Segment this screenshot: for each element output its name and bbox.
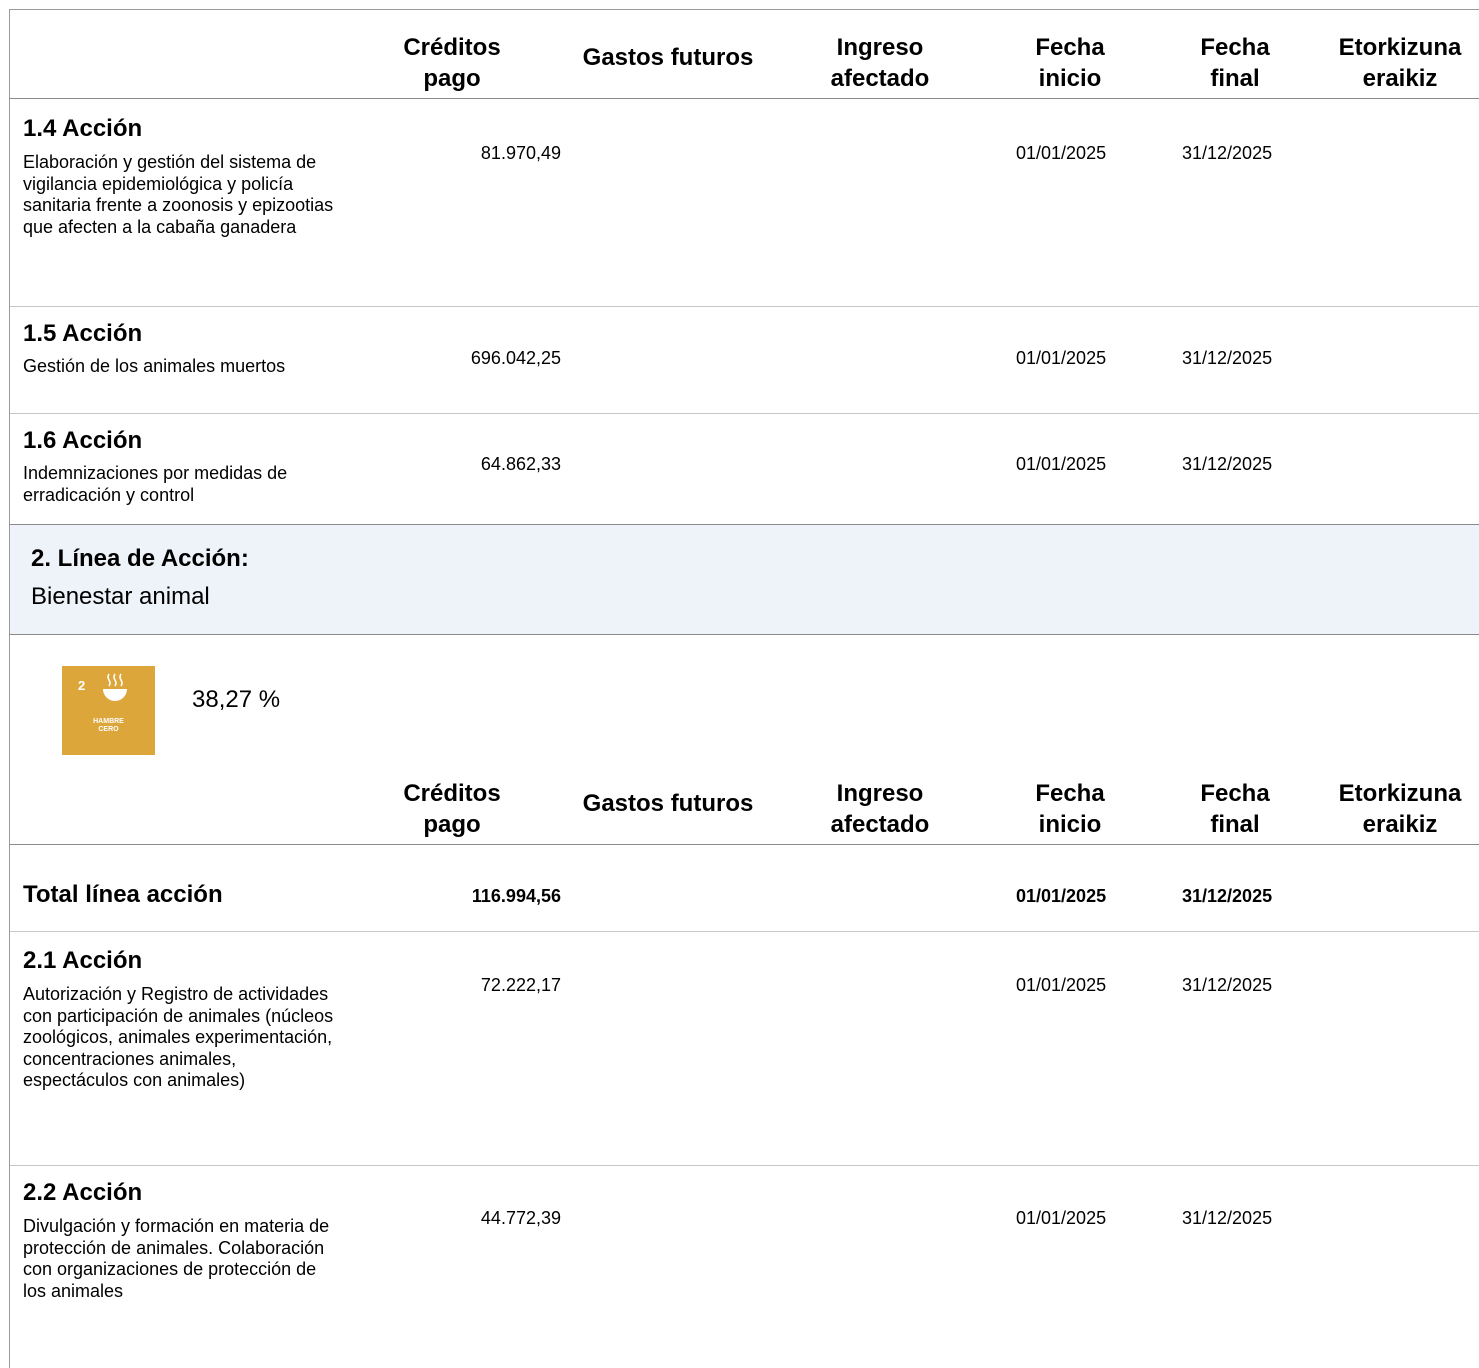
action-description: Elaboración y gestión del sistema de vig… — [23, 152, 334, 237]
sdg-label: HAMBRE CERO — [93, 718, 124, 733]
header-gastos-futuros: Gastos futuros — [582, 790, 754, 817]
creditos-value: 81.970,49 — [480, 143, 561, 163]
sdg-percent: 38,27 % — [192, 686, 281, 713]
total-label: Total línea acción — [23, 881, 223, 908]
header-ingreso-afectado: Ingreso afectado — [830, 780, 930, 838]
header-creditos-pago: Créditos pago — [403, 34, 501, 92]
creditos-value: 44.772,39 — [480, 1208, 561, 1228]
action-description: Indemnizaciones por medidas de erradicac… — [23, 463, 288, 505]
header-divider — [10, 844, 1479, 845]
sdg-badge: 2 HAMBRE CERO — [62, 666, 155, 755]
action-title: 1.6 Acción — [23, 427, 143, 454]
fecha-final-value: 31/12/2025 — [1182, 348, 1273, 368]
header-etorkizuna-eraikiz: Etorkizuna eraikiz — [1338, 780, 1462, 838]
bowl-icon — [103, 673, 127, 701]
budget-page: Créditos pago Gastos futuros Ingreso afe… — [9, 9, 1479, 1368]
creditos-value: 696.042,25 — [470, 348, 561, 368]
fecha-inicio-value: 01/01/2025 — [1016, 975, 1107, 995]
fecha-inicio-value: 01/01/2025 — [1016, 143, 1107, 163]
header-fecha-final: Fecha final — [1200, 34, 1270, 92]
action-title: 1.4 Acción — [23, 115, 143, 142]
row-divider — [10, 931, 1479, 932]
total-fecha-final-value: 31/12/2025 — [1182, 886, 1273, 906]
total-creditos-value: 116.994,56 — [471, 886, 561, 906]
header-fecha-inicio: Fecha inicio — [1035, 780, 1105, 838]
fecha-inicio-value: 01/01/2025 — [1016, 1208, 1107, 1228]
action-line-band: 2. Línea de Acción: Bienestar animal — [10, 525, 1479, 634]
creditos-value: 64.862,33 — [480, 454, 561, 474]
action-title: 2.1 Acción — [23, 947, 143, 974]
row-divider — [10, 306, 1479, 307]
action-description: Autorización y Registro de actividades c… — [23, 984, 334, 1090]
action-title: 2.2 Acción — [23, 1179, 143, 1206]
fecha-final-value: 31/12/2025 — [1182, 454, 1273, 474]
fecha-final-value: 31/12/2025 — [1182, 975, 1273, 995]
action-line-heading: 2. Línea de Acción: — [31, 545, 249, 572]
header-fecha-inicio: Fecha inicio — [1035, 34, 1105, 92]
header-ingreso-afectado: Ingreso afectado — [830, 34, 930, 92]
action-line-name: Bienestar animal — [31, 583, 210, 610]
fecha-final-value: 31/12/2025 — [1182, 143, 1273, 163]
section-divider — [10, 634, 1479, 635]
creditos-value: 72.222,17 — [480, 975, 561, 995]
action-description: Divulgación y formación en materia de pr… — [23, 1216, 330, 1301]
fecha-final-value: 31/12/2025 — [1182, 1208, 1273, 1228]
total-fecha-inicio-value: 01/01/2025 — [1016, 886, 1107, 906]
action-description: Gestión de los animales muertos — [23, 356, 286, 376]
header-divider — [10, 98, 1479, 99]
fecha-inicio-value: 01/01/2025 — [1016, 348, 1107, 368]
header-etorkizuna-eraikiz: Etorkizuna eraikiz — [1338, 34, 1462, 92]
sdg-number: 2 — [78, 678, 86, 693]
header-creditos-pago: Créditos pago — [403, 780, 501, 838]
row-divider — [10, 413, 1479, 414]
header-gastos-futuros: Gastos futuros — [582, 44, 754, 71]
header-fecha-final: Fecha final — [1200, 780, 1270, 838]
fecha-inicio-value: 01/01/2025 — [1016, 454, 1107, 474]
action-title: 1.5 Acción — [23, 320, 143, 347]
row-divider — [10, 1165, 1479, 1166]
